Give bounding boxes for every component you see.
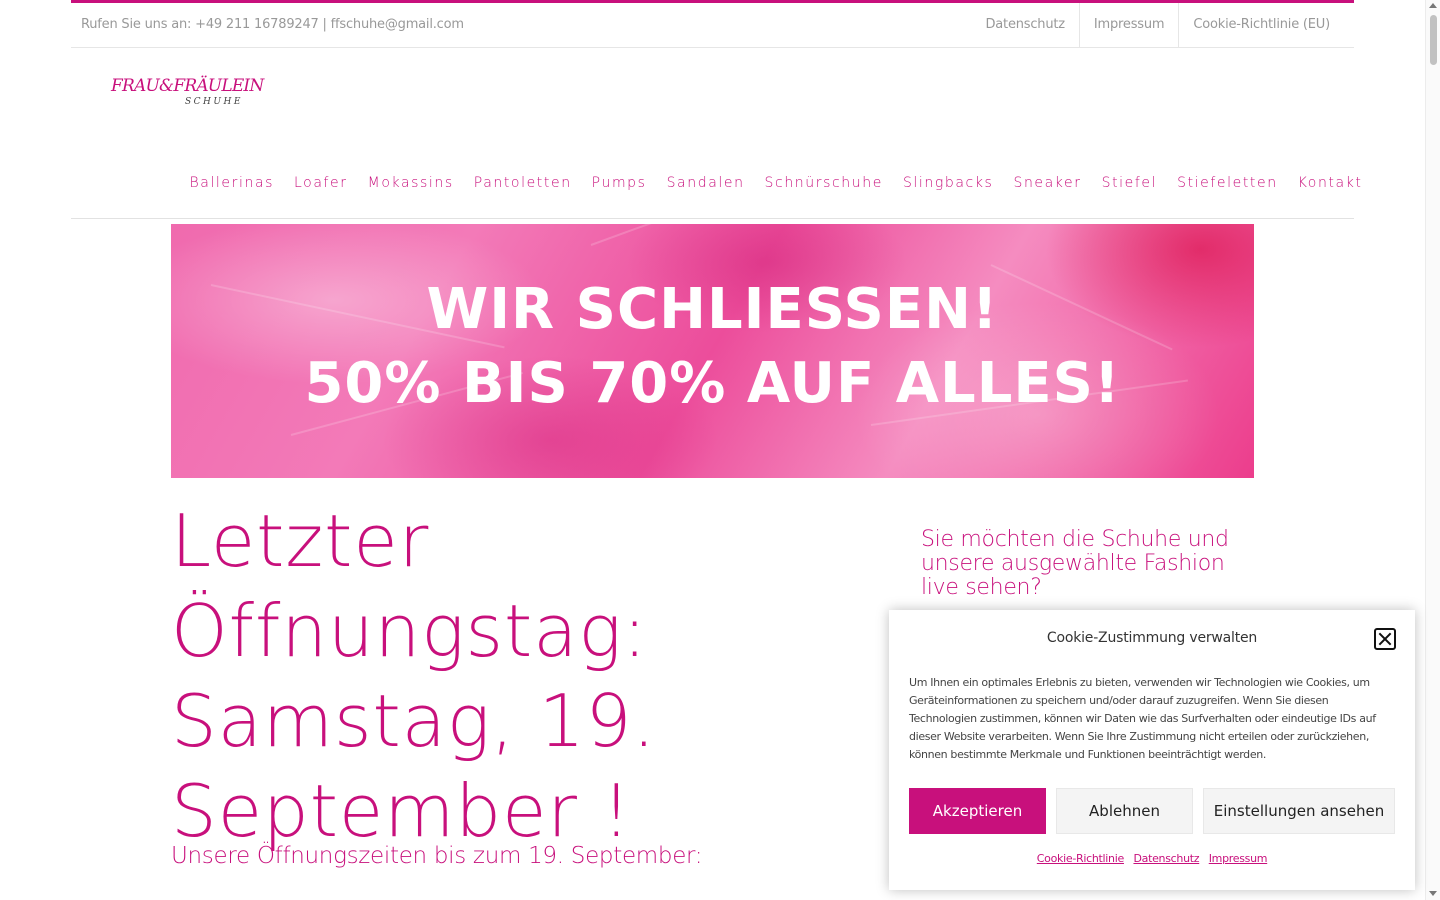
cookie-link-datenschutz[interactable]: Datenschutz — [1133, 852, 1199, 865]
nav-item-stiefel[interactable]: Stiefel — [1092, 155, 1168, 218]
site-logo[interactable]: FRAU&FRÄULEIN SCHUHE — [111, 76, 264, 112]
logo-wordmark: FRAU&FRÄULEIN — [111, 76, 264, 96]
nav-item-kontakt[interactable]: Kontakt — [1288, 155, 1373, 218]
nav-item-stiefeletten[interactable]: Stiefeletten — [1167, 155, 1288, 218]
cookie-consent-dialog: Cookie-Zustimmung verwalten Um Ihnen ein… — [889, 610, 1415, 890]
banner-discount: 50% BIS 70% AUF ALLES! — [304, 351, 1121, 416]
nav-item-slingbacks[interactable]: Slingbacks — [893, 155, 1004, 218]
opening-hours-heading: Unsere Öffnungszeiten bis zum 19. Septem… — [171, 843, 703, 869]
scrollbar-thumb[interactable] — [1430, 15, 1437, 65]
banner-texture — [590, 224, 836, 246]
close-icon[interactable] — [1374, 628, 1396, 650]
cookie-link-impressum[interactable]: Impressum — [1209, 852, 1268, 865]
page-headline: Letzter Öffnungstag: Samstag, 19. Septem… — [171, 496, 871, 856]
accept-button[interactable]: Akzeptieren — [909, 788, 1046, 834]
top-link-impressum[interactable]: Impressum — [1078, 3, 1178, 47]
nav-item-pantoletten[interactable]: Pantoletten — [464, 155, 582, 218]
headline-line: Samstag, 19. — [171, 679, 657, 763]
top-link-datenschutz[interactable]: Datenschutz — [971, 3, 1078, 47]
top-link-cookie-richtlinie[interactable]: Cookie-Richtlinie (EU) — [1178, 3, 1354, 47]
headline-line: Letzter Öffnungstag: — [171, 499, 648, 673]
deny-button[interactable]: Ablehnen — [1056, 788, 1193, 834]
nav-item-schnuerschuhe[interactable]: Schnürschuhe — [755, 155, 893, 218]
main-navigation: Ballerinas Loafer Mokassins Pantoletten … — [71, 155, 1361, 219]
cookie-dialog-links: Cookie-Richtlinie Datenschutz Impressum — [889, 852, 1415, 865]
logo-subtitle: SCHUHE — [185, 97, 243, 107]
scroll-up-icon[interactable] — [1429, 3, 1437, 8]
banner-headline: WIR SCHLIESSEN! — [426, 277, 999, 342]
nav-item-sandalen[interactable]: Sandalen — [657, 155, 755, 218]
sale-banner: WIR SCHLIESSEN! 50% BIS 70% AUF ALLES! — [171, 224, 1254, 478]
nav-item-loafer[interactable]: Loafer — [284, 155, 358, 218]
scroll-down-icon[interactable] — [1429, 891, 1437, 896]
top-links: Datenschutz Impressum Cookie-Richtlinie … — [971, 3, 1354, 47]
cookie-link-cookie-richtlinie[interactable]: Cookie-Richtlinie — [1037, 852, 1124, 865]
nav-item-sneaker[interactable]: Sneaker — [1003, 155, 1091, 218]
cookie-dialog-text: Um Ihnen ein optimales Erlebnis zu biete… — [909, 676, 1376, 761]
cookie-dialog-title: Cookie-Zustimmung verwalten — [1046, 630, 1258, 646]
nav-item-pumps[interactable]: Pumps — [582, 155, 657, 218]
page-scrollbar[interactable] — [1425, 0, 1440, 900]
sidebar-heading: Sie möchten die Schuhe und unsere ausgew… — [921, 527, 1229, 600]
top-bar: Rufen Sie uns an: +49 211 16789247 | ffs… — [71, 3, 1354, 48]
nav-item-ballerinas[interactable]: Ballerinas — [180, 155, 285, 218]
contact-info: Rufen Sie uns an: +49 211 16789247 | ffs… — [81, 17, 464, 32]
view-settings-button[interactable]: Einstellungen ansehen — [1203, 788, 1395, 834]
nav-item-mokassins[interactable]: Mokassins — [358, 155, 464, 218]
